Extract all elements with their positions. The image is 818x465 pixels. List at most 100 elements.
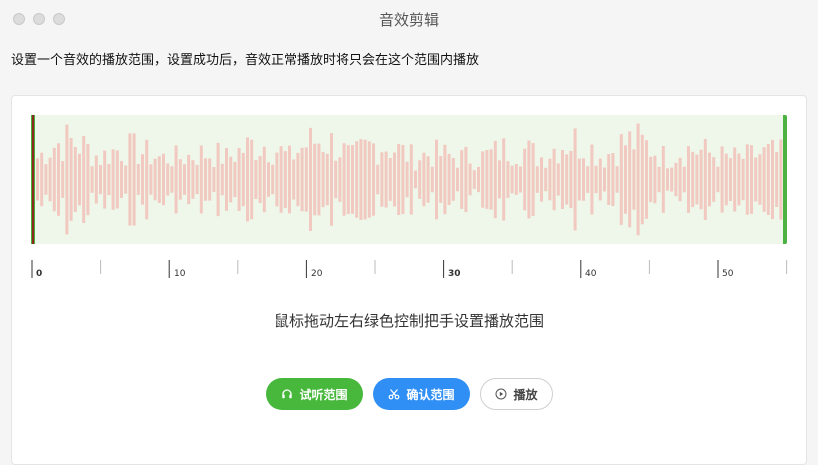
waveform-bar bbox=[90, 166, 94, 193]
waveform-bar bbox=[577, 158, 581, 201]
waveform-bar bbox=[649, 156, 653, 203]
waveform-bar bbox=[422, 152, 426, 207]
waveform-bar bbox=[372, 143, 375, 216]
waveform-bar bbox=[120, 161, 123, 198]
waveform-bar bbox=[703, 138, 707, 220]
waveform-bar bbox=[153, 158, 157, 201]
waveform-bar bbox=[540, 157, 543, 202]
waveform-bar bbox=[309, 127, 312, 231]
waveform-bar bbox=[451, 158, 455, 201]
waveform-bar bbox=[607, 154, 611, 205]
description-text: 设置一个音效的播放范围，设置成功后，音效正常播放时将只会在这个范围内播放 bbox=[11, 53, 480, 68]
waveform-bar bbox=[187, 154, 191, 205]
waveform-bar bbox=[367, 141, 371, 218]
waveform-bar bbox=[237, 148, 241, 211]
waveform-bar bbox=[241, 152, 245, 207]
waveform-bar bbox=[624, 145, 627, 214]
waveform-bar bbox=[733, 147, 737, 212]
waveform-bar bbox=[288, 145, 291, 214]
waveform-bar bbox=[670, 167, 674, 192]
waveform-bar bbox=[666, 168, 669, 191]
waveform-bar bbox=[716, 166, 720, 193]
waveform-bar bbox=[615, 166, 619, 193]
waveform-bar bbox=[376, 164, 380, 195]
waveform-bar bbox=[661, 146, 665, 213]
waveform-bar bbox=[103, 150, 107, 209]
right-range-handle[interactable] bbox=[783, 115, 787, 244]
waveform-bar bbox=[544, 167, 548, 192]
waveform-bar bbox=[174, 145, 178, 214]
waveform-bar bbox=[279, 146, 283, 213]
waveform-bar bbox=[657, 166, 661, 193]
waveform-bar bbox=[439, 156, 443, 203]
waveform-bar bbox=[598, 158, 602, 201]
waveform-bar bbox=[225, 148, 228, 211]
waveform-bar bbox=[426, 156, 430, 203]
ruler-ticks bbox=[31, 260, 788, 278]
drag-hint: 鼠标拖动左右绿色控制把手设置播放范围 bbox=[273, 312, 544, 330]
waveform-bar bbox=[531, 143, 535, 216]
waveform-bar bbox=[136, 164, 140, 195]
waveform-bar bbox=[317, 143, 321, 216]
waveform-bar bbox=[569, 150, 573, 209]
waveform-bar bbox=[124, 165, 128, 194]
waveform-bar bbox=[212, 167, 216, 192]
waveform-bar bbox=[443, 144, 447, 215]
play-label: 播放 bbox=[513, 387, 538, 402]
confirm-range-button[interactable]: 确认范围 bbox=[373, 378, 470, 410]
waveform-range[interactable] bbox=[31, 115, 787, 244]
waveform-bar bbox=[283, 151, 287, 208]
waveform-bar bbox=[506, 161, 510, 198]
waveform-bar bbox=[493, 140, 497, 219]
play-button[interactable]: 播放 bbox=[480, 378, 553, 410]
waveform-bar bbox=[741, 158, 745, 201]
waveform-bar bbox=[523, 148, 527, 211]
waveform-bar bbox=[292, 159, 296, 200]
waveform-bar bbox=[355, 141, 359, 218]
waveform-bar bbox=[99, 164, 102, 195]
waveform-bar bbox=[775, 152, 779, 207]
waveform-bar bbox=[170, 166, 174, 193]
waveform-bar bbox=[204, 158, 207, 201]
ruler-label-20: 20 bbox=[311, 269, 323, 279]
waveform-bar bbox=[208, 158, 212, 201]
waveform-bar bbox=[346, 145, 350, 214]
ruler-label-30: 30 bbox=[448, 269, 461, 279]
waveform-bar bbox=[401, 145, 405, 215]
waveform-bar bbox=[535, 166, 539, 193]
waveform-bar bbox=[36, 158, 39, 201]
preview-range-button[interactable]: 试听范围 bbox=[266, 378, 363, 410]
left-range-handle[interactable] bbox=[31, 115, 35, 244]
title-bar: 音效剪辑 bbox=[0, 0, 818, 38]
waveform-bar bbox=[594, 165, 598, 194]
waveform-bar bbox=[61, 161, 65, 198]
waveform-bar bbox=[762, 147, 766, 212]
ruler-label-0: 0 bbox=[36, 269, 43, 279]
waveform-bar bbox=[321, 151, 325, 208]
waveform-bar bbox=[351, 145, 354, 214]
waveform-bar bbox=[325, 153, 329, 206]
waveform-bar bbox=[359, 139, 363, 220]
waveform-bar bbox=[745, 144, 749, 215]
waveform-bar bbox=[447, 153, 451, 205]
waveform-bar bbox=[44, 164, 48, 195]
waveform-bar bbox=[699, 149, 703, 210]
waveform-bar bbox=[556, 163, 560, 196]
waveform-bar bbox=[519, 166, 522, 193]
waveform-bar bbox=[57, 143, 60, 216]
waveform-bar bbox=[485, 150, 489, 209]
ruler-label-40: 40 bbox=[585, 269, 597, 279]
waveform-bar bbox=[430, 166, 434, 193]
waveform-bar bbox=[216, 142, 220, 217]
waveform-bar bbox=[418, 160, 422, 199]
waveform-bar bbox=[687, 146, 690, 213]
waveform-bar bbox=[514, 164, 518, 195]
waveform-bar bbox=[254, 160, 258, 199]
waveform-bar bbox=[552, 148, 556, 211]
waveform-bar bbox=[573, 128, 577, 231]
waveform-bar bbox=[250, 139, 254, 220]
waveform-bar bbox=[750, 145, 753, 214]
waveform-bar bbox=[611, 153, 615, 206]
waveform-bar bbox=[65, 124, 69, 235]
waveform-bar bbox=[603, 167, 606, 192]
